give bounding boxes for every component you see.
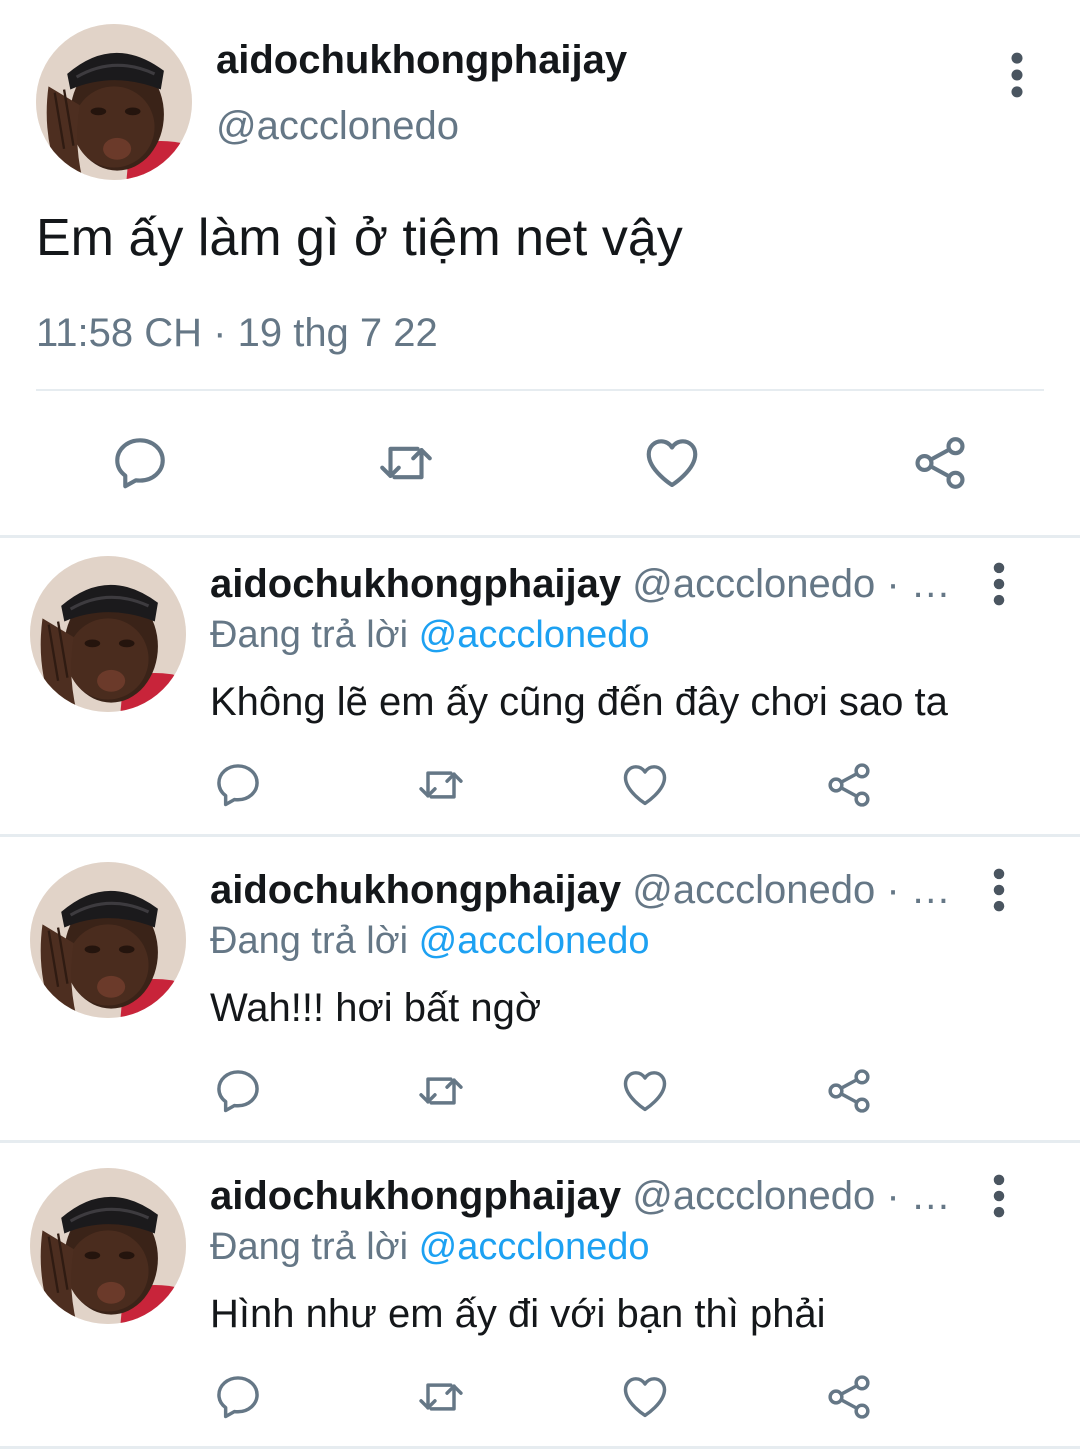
retweet-button[interactable] <box>374 432 438 494</box>
like-button[interactable] <box>617 760 673 810</box>
replying-to: Đang trả lời @accclonedo <box>210 614 650 657</box>
tweet-time: 11:58 CH <box>36 311 203 355</box>
avatar[interactable] <box>30 862 186 1018</box>
reply-icon <box>212 759 264 811</box>
reply-tweet[interactable]: aidochukhongphaijay @accclonedo · … Đang… <box>0 844 1080 1144</box>
divider <box>36 389 1044 391</box>
tweet-text: Wah!!! hơi bất ngờ <box>210 986 542 1030</box>
author-handle[interactable]: @accclonedo · … <box>632 868 951 912</box>
tweet-actions <box>0 1372 1080 1422</box>
heart-icon <box>641 432 703 494</box>
tweet-actions <box>0 760 1080 810</box>
retweet-button[interactable] <box>413 760 469 810</box>
heart-icon <box>619 759 671 811</box>
reply-button[interactable] <box>210 1372 266 1422</box>
avatar[interactable] <box>36 24 192 180</box>
share-button[interactable] <box>821 1066 877 1116</box>
author-handle[interactable]: @accclonedo · … <box>632 1174 951 1218</box>
author-name[interactable]: aidochukhongphaijay <box>210 562 621 606</box>
author-handle[interactable]: @accclonedo · … <box>632 562 951 606</box>
author-name[interactable]: aidochukhongphaijay <box>210 1174 621 1218</box>
separator <box>0 1140 1080 1143</box>
meta-separator: · <box>213 311 227 355</box>
reply-header: aidochukhongphaijay @accclonedo · … <box>210 1174 951 1219</box>
reply-button[interactable] <box>108 432 172 494</box>
reply-button[interactable] <box>210 760 266 810</box>
retweet-icon <box>415 759 467 811</box>
mention-link[interactable]: @accclonedo <box>419 1226 650 1268</box>
retweet-icon <box>415 1065 467 1117</box>
tweet-timestamp: 11:58 CH · 19 thg 7 22 <box>36 311 438 356</box>
reply-icon <box>212 1371 264 1423</box>
like-button[interactable] <box>617 1372 673 1422</box>
like-button[interactable] <box>640 432 704 494</box>
tweet-thread: aidochukhongphaijay @accclonedo Em ấy là… <box>0 0 1080 1449</box>
share-icon <box>823 759 875 811</box>
tweet-date: 19 thg 7 22 <box>237 311 438 355</box>
retweet-button[interactable] <box>413 1066 469 1116</box>
tweet-text: Hình như em ấy đi với bạn thì phải <box>210 1292 826 1336</box>
share-button[interactable] <box>821 1372 877 1422</box>
tweet-actions <box>0 432 1080 494</box>
retweet-icon <box>415 1371 467 1423</box>
heart-icon <box>619 1371 671 1423</box>
more-vertical-icon[interactable] <box>1000 52 1034 98</box>
share-icon <box>823 1371 875 1423</box>
reply-header: aidochukhongphaijay @accclonedo · … <box>210 868 951 913</box>
tweet-text: Không lẽ em ấy cũng đến đây chơi sao ta <box>210 680 948 724</box>
share-icon <box>823 1065 875 1117</box>
reply-icon <box>212 1065 264 1117</box>
more-vertical-icon[interactable] <box>984 562 1014 606</box>
tweet-actions <box>0 1066 1080 1116</box>
avatar[interactable] <box>30 556 186 712</box>
tweet-text: Em ấy làm gì ở tiệm net vậy <box>36 209 683 267</box>
replying-label: Đang trả lời <box>210 920 409 962</box>
avatar[interactable] <box>30 1168 186 1324</box>
replying-to: Đang trả lời @accclonedo <box>210 1226 650 1269</box>
replying-label: Đang trả lời <box>210 614 409 656</box>
share-icon <box>909 432 971 494</box>
reply-tweet[interactable]: aidochukhongphaijay @accclonedo · … Đang… <box>0 1150 1080 1449</box>
more-vertical-icon[interactable] <box>984 1174 1014 1218</box>
share-button[interactable] <box>821 760 877 810</box>
retweet-button[interactable] <box>413 1372 469 1422</box>
mention-link[interactable]: @accclonedo <box>419 614 650 656</box>
reply-icon <box>109 432 171 494</box>
author-name[interactable]: aidochukhongphaijay <box>216 38 627 83</box>
more-vertical-icon[interactable] <box>984 868 1014 912</box>
main-tweet: aidochukhongphaijay @accclonedo Em ấy là… <box>0 0 1080 536</box>
replying-to: Đang trả lời @accclonedo <box>210 920 650 963</box>
reply-button[interactable] <box>210 1066 266 1116</box>
separator <box>0 834 1080 837</box>
reply-header: aidochukhongphaijay @accclonedo · … <box>210 562 951 607</box>
replying-label: Đang trả lời <box>210 1226 409 1268</box>
heart-icon <box>619 1065 671 1117</box>
mention-link[interactable]: @accclonedo <box>419 920 650 962</box>
share-button[interactable] <box>908 432 972 494</box>
retweet-icon <box>375 432 437 494</box>
like-button[interactable] <box>617 1066 673 1116</box>
author-handle[interactable]: @accclonedo <box>216 104 459 149</box>
reply-tweet[interactable]: aidochukhongphaijay @accclonedo · … Đang… <box>0 538 1080 838</box>
author-name[interactable]: aidochukhongphaijay <box>210 868 621 912</box>
